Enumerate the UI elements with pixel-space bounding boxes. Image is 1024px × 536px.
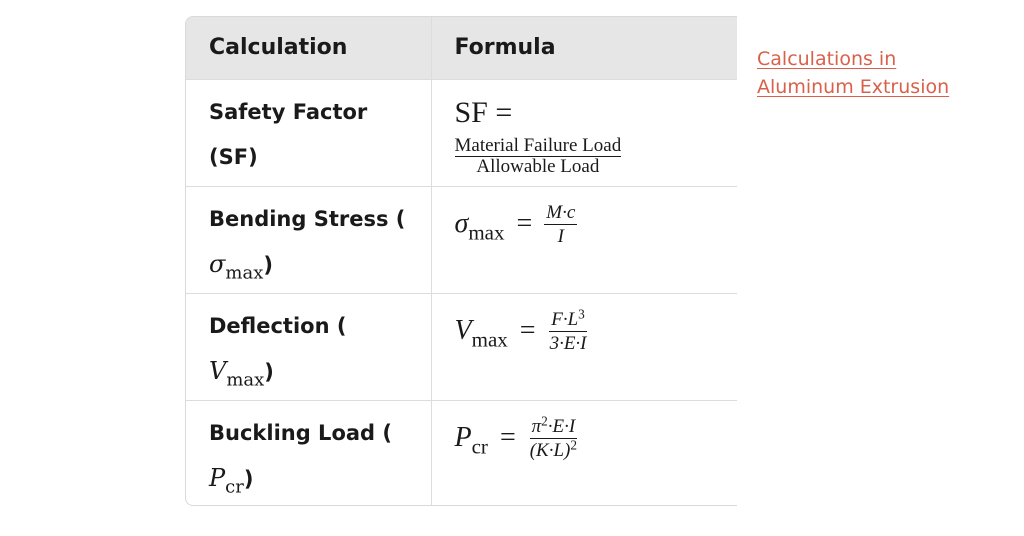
calculation-name: Safety Factor (SF) bbox=[209, 99, 368, 169]
lhs-base: σ bbox=[454, 208, 469, 239]
symbol-base: P bbox=[209, 463, 226, 492]
formula-equals: = bbox=[519, 315, 536, 346]
formula-equals: = bbox=[495, 95, 513, 129]
formula-numerator: F·L3 bbox=[549, 307, 587, 332]
symbol-base: V bbox=[209, 356, 227, 385]
formula-denominator: Allowable Load bbox=[476, 156, 600, 178]
formula-cell: Vmax = F·L3 3·E·I bbox=[430, 292, 737, 401]
table-row: Deflection ( Vmax) Vmax = F·L3 3·E·I bbox=[186, 292, 737, 401]
formula-lhs: σmax bbox=[454, 208, 505, 243]
calculation-name: Buckling Load ( bbox=[209, 420, 392, 445]
calculation-cell: Deflection ( Vmax) bbox=[186, 292, 432, 401]
formulas-table-container: Calculation Formula Safety Factor (SF) S… bbox=[185, 16, 737, 506]
deflection-formula: Vmax = F·L3 3·E·I bbox=[454, 307, 589, 354]
symbol-base: σ bbox=[209, 249, 226, 278]
bending-stress-formula: σmax = M·c I bbox=[455, 203, 578, 246]
formula-numerator: π2·E·I bbox=[529, 414, 578, 439]
numerator-text: F·L bbox=[551, 308, 579, 330]
table-header-row: Calculation Formula bbox=[186, 17, 737, 80]
formula-denominator: 3·E·I bbox=[549, 332, 587, 354]
formula-lhs: Pcr bbox=[454, 422, 488, 457]
formula-lhs: SF bbox=[454, 95, 488, 129]
calculation-symbol: σmax bbox=[209, 249, 263, 282]
calculation-symbol: Pcr bbox=[209, 463, 244, 496]
numerator-pi: π bbox=[531, 415, 542, 437]
lhs-subscript: max bbox=[468, 220, 505, 245]
formula-equals: = bbox=[499, 422, 516, 453]
formula-denominator: (K·L)2 bbox=[528, 436, 579, 461]
column-header-calculation: Calculation bbox=[186, 17, 432, 80]
lhs-base: V bbox=[454, 315, 472, 346]
denominator-exponent: 2 bbox=[570, 436, 578, 452]
calculation-cell: Bending Stress ( σmax) bbox=[186, 185, 432, 294]
symbol-subscript: max bbox=[225, 261, 264, 283]
numerator-exponent: 3 bbox=[578, 305, 585, 321]
calculation-name: Deflection ( bbox=[209, 313, 347, 338]
lhs-subscript: max bbox=[471, 327, 508, 352]
safety-factor-formula: SF = Material Failure Load Allowable Loa… bbox=[454, 95, 734, 178]
formula-numerator: Material Failure Load bbox=[454, 134, 622, 158]
numerator-exponent: 2 bbox=[541, 412, 548, 428]
calculation-close-paren: ) bbox=[264, 359, 274, 384]
calculation-symbol: Vmax bbox=[209, 356, 264, 389]
formula-fraction: M·c I bbox=[544, 201, 578, 247]
lhs-subscript: cr bbox=[471, 434, 488, 459]
table-row: Safety Factor (SF) SF = Material Failure… bbox=[186, 78, 737, 187]
formula-cell: σmax = M·c I bbox=[430, 185, 737, 294]
table-row: Buckling Load ( Pcr) Pcr = π2·E·I (K·L)2 bbox=[186, 399, 737, 505]
formula-numerator: M·c bbox=[544, 201, 578, 225]
calculations-in-aluminum-extrusion-link[interactable]: Calculations in Aluminum Extrusion bbox=[757, 45, 987, 101]
calculation-close-paren: ) bbox=[243, 466, 254, 491]
denominator-text: (K·L) bbox=[529, 439, 571, 461]
formula-fraction: π2·E·I (K·L)2 bbox=[528, 414, 579, 461]
column-header-formula: Formula bbox=[430, 17, 737, 80]
formula-cell: Pcr = π2·E·I (K·L)2 bbox=[430, 399, 737, 505]
calculation-cell: Safety Factor (SF) bbox=[186, 78, 432, 187]
formulas-table: Calculation Formula Safety Factor (SF) S… bbox=[186, 17, 737, 505]
formula-lhs: Vmax bbox=[454, 315, 508, 350]
buckling-load-formula: Pcr = π2·E·I (K·L)2 bbox=[454, 414, 580, 461]
calculation-close-paren: ) bbox=[263, 252, 273, 277]
formula-denominator: I bbox=[557, 225, 564, 247]
numerator-text: ·E·I bbox=[547, 415, 576, 437]
symbol-subscript: max bbox=[226, 368, 265, 390]
lhs-base: P bbox=[454, 422, 472, 453]
table-row: Bending Stress ( σmax) σmax = M·c I bbox=[186, 185, 737, 294]
formula-cell: SF = Material Failure Load Allowable Loa… bbox=[430, 78, 737, 187]
formula-fraction: Material Failure Load Allowable Load bbox=[454, 134, 622, 178]
calculation-name: Bending Stress ( bbox=[209, 206, 406, 231]
formula-fraction: F·L3 3·E·I bbox=[548, 307, 589, 354]
symbol-subscript: cr bbox=[225, 475, 244, 497]
calculation-cell: Buckling Load ( Pcr) bbox=[186, 399, 432, 505]
formula-equals: = bbox=[516, 208, 533, 239]
